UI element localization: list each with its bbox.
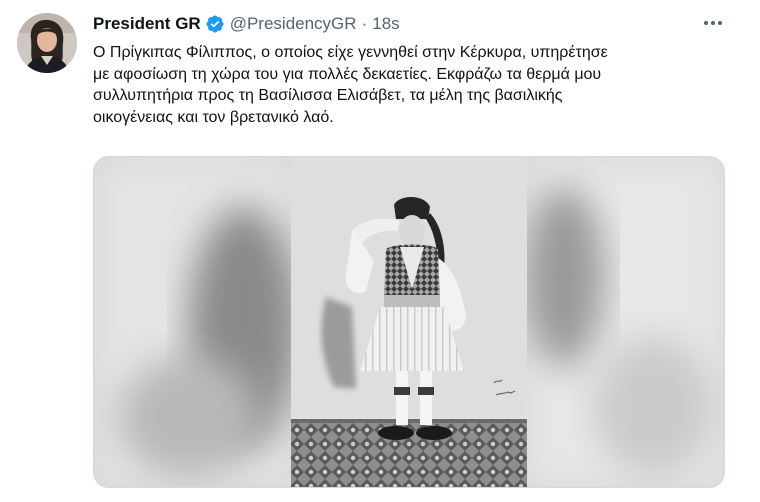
photo-center — [291, 157, 527, 487]
photo-image — [94, 157, 724, 487]
tweet-text: Ο Πρίγκιπας Φίλιππος, ο οποίος είχε γενν… — [93, 42, 733, 128]
verified-badge-icon — [205, 14, 225, 34]
tweet[interactable]: President GR @PresidencyGR · 18s Ο Πρίγκ… — [0, 0, 760, 502]
display-name[interactable]: President GR — [93, 14, 201, 34]
avatar[interactable] — [17, 13, 77, 73]
tweet-text-line: Ο Πρίγκιπας Φίλιππος, ο οποίος είχε γενν… — [93, 44, 608, 61]
tweet-timestamp[interactable]: 18s — [372, 14, 399, 34]
tweet-photo[interactable] — [93, 156, 725, 488]
user-handle[interactable]: @PresidencyGR — [230, 14, 357, 34]
more-options-icon[interactable] — [700, 12, 726, 34]
avatar-image — [17, 13, 77, 73]
separator-dot: · — [361, 14, 368, 33]
tweet-header: President GR @PresidencyGR · 18s — [93, 13, 400, 35]
tweet-text-line: συλλυπητήρια προς τη Βασίλισσα Ελισάβετ,… — [93, 87, 563, 104]
tweet-text-line: με αφοσίωση τη χώρα του για πολλές δεκαε… — [93, 65, 602, 83]
tweet-text-line: οικογένειας και τον βρετανικό λαό. — [93, 108, 334, 126]
